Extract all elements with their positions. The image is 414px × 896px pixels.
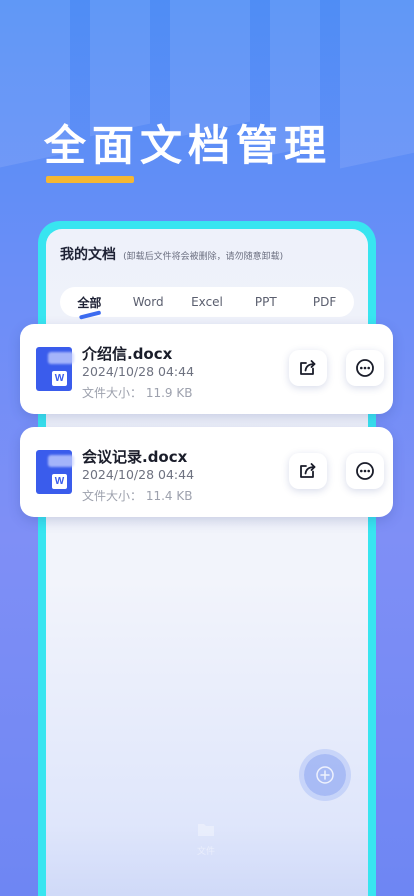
file-date: 2024/10/28 04:44	[82, 364, 195, 379]
more-button[interactable]	[346, 453, 384, 489]
word-doc-icon: W	[36, 450, 72, 494]
word-letter: W	[52, 371, 67, 386]
file-size: 文件大小： 11.4 KB	[82, 489, 193, 503]
share-icon	[300, 360, 316, 375]
file-name: 会议记录.docx	[82, 448, 188, 466]
tab-pdf[interactable]: PDF	[295, 295, 354, 309]
share-icon	[300, 463, 316, 478]
filter-tabbar: 全部 Word Excel PPT PDF	[60, 287, 354, 317]
file-date: 2024/10/28 04:44	[82, 467, 195, 482]
more-button[interactable]	[346, 350, 384, 386]
hero-title: 全面文档管理	[44, 121, 333, 170]
file-card[interactable]: W 介绍信.docx 2024/10/28 04:44 文件大小： 11.9 K…	[20, 324, 393, 414]
hero-underline	[46, 176, 134, 183]
file-name: 介绍信.docx	[82, 345, 173, 363]
file-card[interactable]: W 会议记录.docx 2024/10/28 04:44 文件大小： 11.4 …	[20, 427, 393, 517]
tab-word[interactable]: Word	[119, 295, 178, 309]
panel-header: 我的文档 (卸载后文件将会被删除，请勿随意卸载)	[60, 244, 283, 264]
share-button[interactable]	[289, 453, 327, 489]
share-button[interactable]	[289, 350, 327, 386]
more-icon	[356, 462, 374, 480]
tab-ppt[interactable]: PPT	[236, 295, 295, 309]
file-size: 文件大小： 11.9 KB	[82, 386, 193, 400]
plus-icon	[316, 766, 334, 784]
word-letter: W	[52, 474, 67, 489]
panel-title: 我的文档	[60, 247, 116, 263]
bottom-nav-label[interactable]: 文件	[197, 844, 215, 857]
tab-excel[interactable]: Excel	[178, 295, 237, 309]
panel-note: (卸载后文件将会被删除，请勿随意卸载)	[123, 252, 284, 262]
add-button[interactable]	[304, 754, 346, 796]
folder-icon[interactable]	[197, 821, 215, 837]
word-doc-icon: W	[36, 347, 72, 391]
more-icon	[356, 359, 374, 377]
tab-all[interactable]: 全部	[60, 294, 119, 311]
